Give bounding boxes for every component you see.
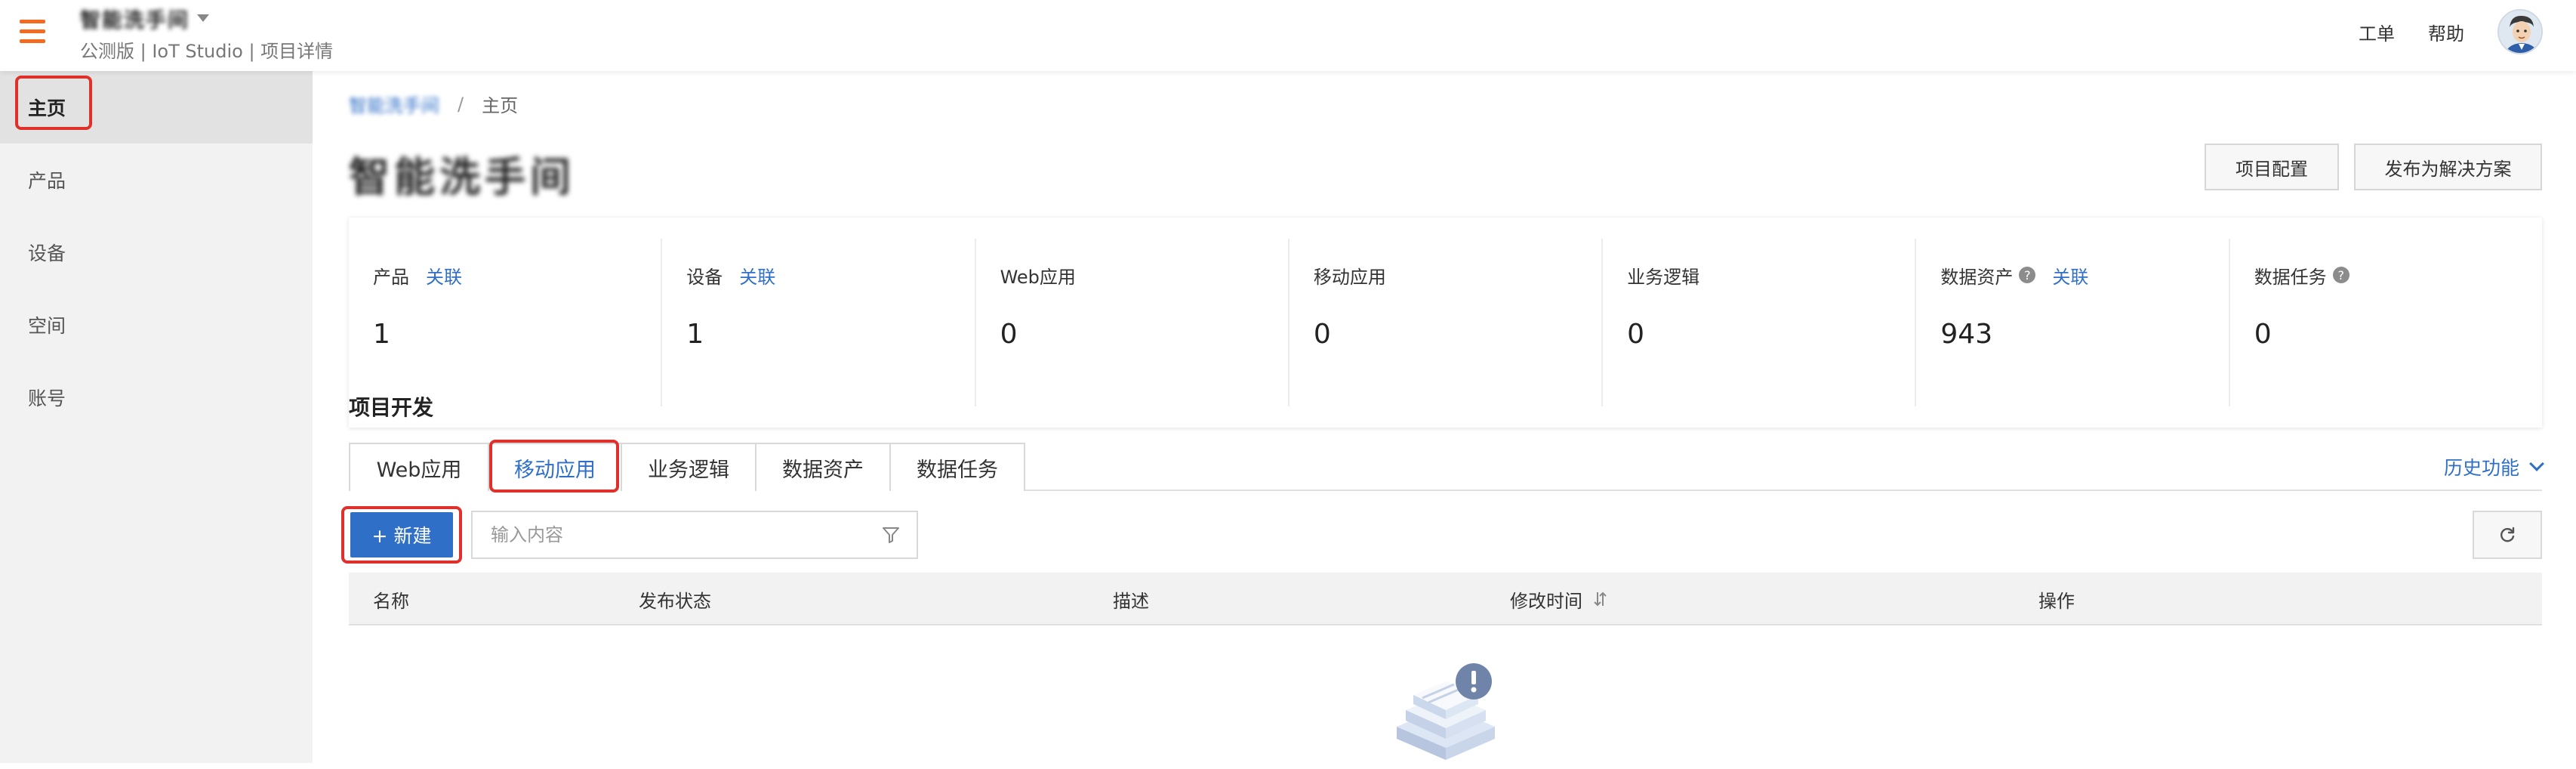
help-icon[interactable]: ? <box>2019 267 2036 283</box>
history-features-toggle[interactable]: 历史功能 <box>2443 453 2544 480</box>
sidebar-item-product[interactable]: 产品 <box>0 144 313 216</box>
breadcrumb-separator: / <box>458 93 464 115</box>
tab-data-tasks[interactable]: 数据任务 <box>889 443 1025 491</box>
stat-link-associate[interactable]: 关联 <box>426 262 462 289</box>
ticket-link[interactable]: 工单 <box>2359 19 2395 45</box>
stat-label: 产品 <box>373 266 409 288</box>
stat-mobile-app: 移动应用 0 <box>1290 239 1604 406</box>
search-input[interactable] <box>473 513 876 557</box>
section-title-project-dev: 项目开发 <box>349 395 434 420</box>
stat-value: 1 <box>373 319 390 350</box>
avatar-icon[interactable] <box>2497 9 2543 54</box>
stat-label: Web应用 <box>1000 266 1076 288</box>
stats-card: 产品 关联 1 设备 关联 1 Web应用 0 移动应用 0 业务逻辑 0 数据… <box>349 218 2542 428</box>
project-settings-button[interactable]: 项目配置 <box>2205 144 2339 190</box>
stat-value: 0 <box>1313 319 1331 350</box>
stat-label: 设备 <box>686 266 723 288</box>
sidebar-item-account[interactable]: 账号 <box>0 361 313 434</box>
breadcrumb: 智能洗手间 / 主页 <box>349 91 518 117</box>
stat-value: 0 <box>2254 319 2272 350</box>
tab-data-assets[interactable]: 数据资产 <box>755 443 891 491</box>
sidebar-item-space[interactable]: 空间 <box>0 289 313 361</box>
stat-device: 设备 关联 1 <box>662 239 976 406</box>
stat-value: 943 <box>1940 319 1993 350</box>
page-title: 智能洗手间 <box>349 153 575 201</box>
dev-tabs: Web应用 移动应用 业务逻辑 数据资产 数据任务 历史功能 <box>349 443 2544 491</box>
stat-label: 移动应用 <box>1313 266 1386 288</box>
top-bar: 智能洗手间 公测版 | IoT Studio | 项目详情 工单 帮助 <box>0 0 2576 71</box>
table-header: 名称 发布状态 描述 修改时间 操作 <box>349 573 2542 625</box>
tab-web-app[interactable]: Web应用 <box>349 443 489 491</box>
stat-label: 业务逻辑 <box>1627 266 1700 288</box>
empty-state-icon <box>1389 660 1502 766</box>
help-link[interactable]: 帮助 <box>2428 19 2464 45</box>
new-button[interactable]: + 新建 <box>350 512 453 557</box>
project-subtitle: 公测版 | IoT Studio | 项目详情 <box>80 41 334 62</box>
sidebar-item-label: 主页 <box>28 97 66 119</box>
refresh-button[interactable] <box>2473 511 2542 559</box>
chevron-down-icon <box>2529 456 2544 471</box>
column-header-name: 名称 <box>373 590 409 612</box>
search-box <box>471 511 918 559</box>
project-name-dropdown[interactable]: 智能洗手间 <box>80 3 333 33</box>
top-right-actions: 工单 帮助 <box>2359 0 2576 63</box>
project-switcher[interactable]: 智能洗手间 公测版 | IoT Studio | 项目详情 <box>80 3 333 63</box>
refresh-icon <box>2501 527 2515 542</box>
stat-label: 数据资产 <box>1940 266 2014 288</box>
column-header-actions: 操作 <box>2038 590 2075 612</box>
stat-link-associate[interactable]: 关联 <box>739 262 775 289</box>
sidebar: 主页 产品 设备 空间 账号 <box>0 71 313 763</box>
filter-icon[interactable] <box>876 520 906 550</box>
sidebar-item-label: 设备 <box>28 242 66 264</box>
breadcrumb-project-link[interactable]: 智能洗手间 <box>349 91 439 117</box>
stat-label: 数据任务 <box>2254 266 2327 288</box>
stat-value: 1 <box>686 319 704 350</box>
sort-icon[interactable] <box>1592 590 1608 608</box>
stat-data-tasks: 数据任务 ? 0 <box>2230 239 2542 406</box>
tab-business-logic[interactable]: 业务逻辑 <box>621 443 756 491</box>
stat-data-assets: 数据资产 ? 关联 943 <box>1916 239 2230 406</box>
sidebar-item-label: 产品 <box>28 170 66 192</box>
history-features-label: 历史功能 <box>2443 457 2519 479</box>
caret-down-icon[interactable] <box>197 14 209 22</box>
stat-value: 0 <box>1000 319 1018 350</box>
tab-mobile-app[interactable]: 移动应用 <box>488 443 622 491</box>
sidebar-item-label: 空间 <box>28 315 66 337</box>
sidebar-item-device[interactable]: 设备 <box>0 216 313 289</box>
column-header-modified-time: 修改时间 <box>1510 573 1608 625</box>
column-header-status: 发布状态 <box>639 590 711 612</box>
menu-icon[interactable] <box>20 20 45 44</box>
sidebar-item-label: 账号 <box>28 388 66 409</box>
stat-business-logic: 业务逻辑 0 <box>1603 239 1917 406</box>
sidebar-item-home[interactable]: 主页 <box>0 71 313 144</box>
column-header-description: 描述 <box>1113 590 1149 612</box>
project-name: 智能洗手间 <box>80 8 190 32</box>
publish-solution-button[interactable]: 发布为解决方案 <box>2354 144 2542 190</box>
stat-value: 0 <box>1627 319 1645 350</box>
stat-product: 产品 关联 1 <box>349 239 663 406</box>
help-icon[interactable]: ? <box>2332 267 2350 283</box>
breadcrumb-current: 主页 <box>482 95 519 116</box>
stat-link-associate[interactable]: 关联 <box>2052 262 2088 289</box>
stat-web-app: Web应用 0 <box>976 239 1290 406</box>
